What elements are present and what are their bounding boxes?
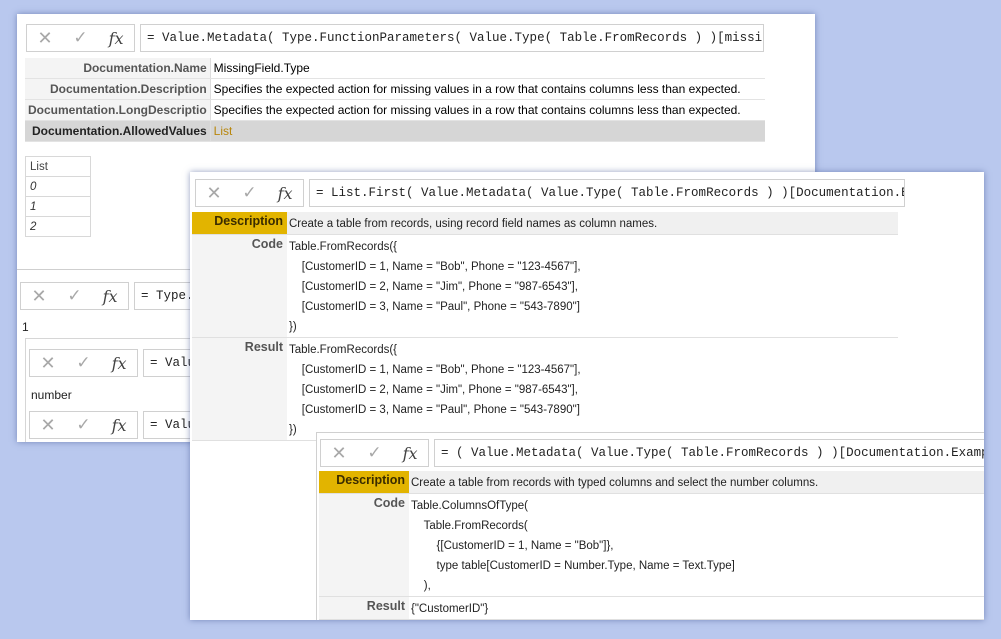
check-icon[interactable]: ✓ xyxy=(76,415,90,435)
formula-bar: ✕ ✓ fx = ( Value.Metadata( Value.Type( T… xyxy=(320,439,984,467)
check-icon[interactable]: ✓ xyxy=(242,183,256,203)
close-icon[interactable]: ✕ xyxy=(37,28,52,49)
example-record: Description Create a table from records,… xyxy=(192,212,898,441)
record-key: Documentation.Description xyxy=(25,78,211,100)
code-line: [CustomerID = 1, Name = "Bob", Phone = "… xyxy=(289,261,581,273)
check-icon[interactable]: ✓ xyxy=(67,286,81,306)
code-row: Code Table.FromRecords({ [CustomerID = 1… xyxy=(192,235,898,338)
fx-icon[interactable]: fx xyxy=(403,444,418,463)
check-icon[interactable]: ✓ xyxy=(76,353,90,373)
result-line: [CustomerID = 1, Name = "Bob", Phone = "… xyxy=(289,364,581,376)
formula-bar-icons: ✕ ✓ fx xyxy=(20,282,129,310)
example-record: Description Create a table from records … xyxy=(319,471,984,620)
code-line: ), xyxy=(411,580,431,592)
result-label: Result xyxy=(192,338,287,440)
description-row: Description Create a table from records,… xyxy=(192,212,898,235)
close-icon[interactable]: ✕ xyxy=(31,286,46,307)
close-icon[interactable]: ✕ xyxy=(40,415,55,436)
code-line: Table.ColumnsOfType( xyxy=(411,500,528,512)
list-item[interactable]: 1 xyxy=(25,196,91,217)
formula-bar-icons: ✕ ✓ fx xyxy=(26,24,135,52)
result-row: Result {"CustomerID"} xyxy=(319,597,984,620)
result-line: [CustomerID = 2, Name = "Jim", Phone = "… xyxy=(289,384,578,396)
check-icon[interactable]: ✓ xyxy=(367,443,381,463)
record-key: Documentation.Name xyxy=(25,58,211,79)
result-line: [CustomerID = 3, Name = "Paul", Phone = … xyxy=(289,404,580,416)
code-line: type table[CustomerID = Number.Type, Nam… xyxy=(411,560,735,572)
close-icon[interactable]: ✕ xyxy=(206,183,221,204)
formula-bar-icons: ✕ ✓ fx xyxy=(29,349,138,377)
record-value: MissingField.Type xyxy=(210,58,765,79)
formula-bar: ✕ ✓ fx = Value.Metadata( Type.FunctionPa… xyxy=(26,24,764,52)
check-icon[interactable]: ✓ xyxy=(73,28,87,48)
formula-bar-icons: ✕ ✓ fx xyxy=(29,411,138,439)
result-label: Result xyxy=(319,597,409,619)
result-value: {"CustomerID"} xyxy=(411,603,489,615)
record-row: Documentation.Description Specifies the … xyxy=(25,78,765,100)
formula-input[interactable]: = List.First( Value.Metadata( Value.Type… xyxy=(309,179,905,207)
list-table: List 0 1 2 xyxy=(25,156,91,237)
query-panel-example-1: ✕ ✓ fx = ( Value.Metadata( Value.Type( T… xyxy=(316,432,984,620)
code-line: Table.FromRecords({ xyxy=(289,241,398,253)
description-value: Create a table from records with typed c… xyxy=(411,477,819,489)
record-key: Documentation.LongDescriptio xyxy=(25,99,211,121)
code-label: Code xyxy=(319,494,409,596)
record-key: Documentation.AllowedValues xyxy=(25,120,211,142)
list-header: List xyxy=(25,156,91,177)
description-label: Description xyxy=(319,471,409,493)
scalar-result: 1 xyxy=(22,320,29,334)
code-line: Table.FromRecords( xyxy=(411,520,528,532)
description-row: Description Create a table from records … xyxy=(319,471,984,494)
scalar-result: number xyxy=(31,388,72,402)
fx-icon[interactable]: fx xyxy=(112,354,127,373)
query-panel-examples: ✕ ✓ fx = List.First( Value.Metadata( Val… xyxy=(190,172,984,620)
description-value: Create a table from records, using recor… xyxy=(289,218,658,230)
description-label: Description xyxy=(192,212,287,234)
code-line: {[CustomerID = 1, Name = "Bob"]}, xyxy=(411,540,614,552)
code-line: }) xyxy=(289,321,297,333)
fx-icon[interactable]: fx xyxy=(278,184,293,203)
record-row-selected[interactable]: Documentation.AllowedValues List xyxy=(25,120,765,142)
code-line: [CustomerID = 2, Name = "Jim", Phone = "… xyxy=(289,281,578,293)
formula-bar-icons: ✕ ✓ fx xyxy=(195,179,304,207)
formula-input[interactable]: = ( Value.Metadata( Value.Type( Table.Fr… xyxy=(434,439,984,467)
code-line: [CustomerID = 3, Name = "Paul", Phone = … xyxy=(289,301,580,313)
record-value: Specifies the expected action for missin… xyxy=(210,78,765,100)
close-icon[interactable]: ✕ xyxy=(40,353,55,374)
record-row: Documentation.LongDescriptio Specifies t… xyxy=(25,99,765,121)
code-label: Code xyxy=(192,235,287,337)
result-line: Table.FromRecords({ xyxy=(289,344,398,356)
fx-icon[interactable]: fx xyxy=(112,416,127,435)
list-item[interactable]: 0 xyxy=(25,176,91,197)
close-icon[interactable]: ✕ xyxy=(331,443,346,464)
result-row: Result Table.FromRecords({ [CustomerID =… xyxy=(192,338,898,441)
formula-bar-icons: ✕ ✓ fx xyxy=(320,439,429,467)
fx-icon[interactable]: fx xyxy=(103,287,118,306)
formula-input[interactable]: = Value.Metadata( Type.FunctionParameter… xyxy=(140,24,764,52)
fx-icon[interactable]: fx xyxy=(109,29,124,48)
record-value: Specifies the expected action for missin… xyxy=(210,99,765,121)
record-table: Documentation.Name MissingField.Type Doc… xyxy=(25,58,765,142)
code-row: Code Table.ColumnsOfType( Table.FromReco… xyxy=(319,494,984,597)
record-row: Documentation.Name MissingField.Type xyxy=(25,58,765,79)
list-item[interactable]: 2 xyxy=(25,216,91,237)
formula-bar: ✕ ✓ fx = List.First( Value.Metadata( Val… xyxy=(195,179,905,207)
list-link[interactable]: List xyxy=(210,120,765,142)
